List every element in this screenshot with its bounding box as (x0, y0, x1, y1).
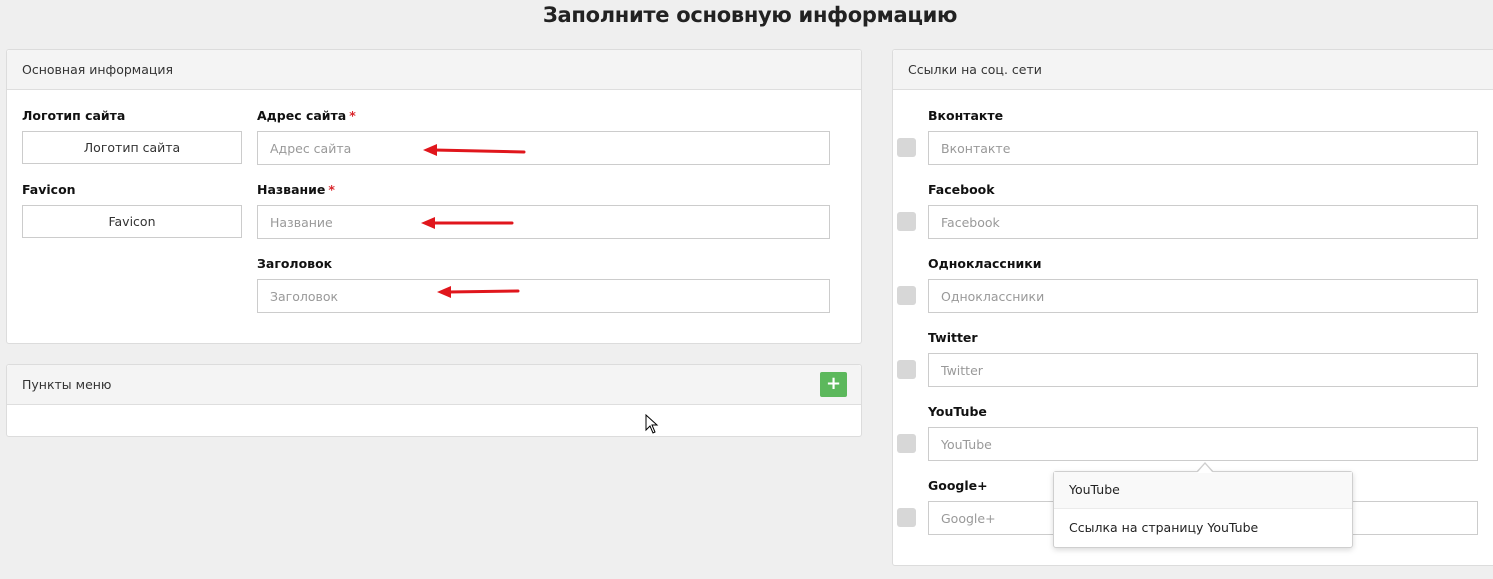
menu-items-header: Пункты меню + (7, 365, 861, 405)
social-input-vk[interactable] (928, 131, 1478, 165)
site-address-input[interactable] (257, 131, 830, 165)
social-links-header: Ссылки на соц. сети (893, 50, 1493, 90)
popover-caret-inner (1197, 464, 1213, 473)
required-mark: * (349, 108, 356, 123)
logo-upload-button[interactable]: Логотип сайта (22, 131, 242, 164)
popover-title: YouTube (1054, 472, 1352, 509)
social-label-twitter: Twitter (928, 330, 978, 345)
basic-info-header: Основная информация (7, 50, 861, 90)
site-name-input[interactable] (257, 205, 830, 239)
heading-input[interactable] (257, 279, 830, 313)
required-mark: * (328, 182, 335, 197)
social-input-facebook[interactable] (928, 205, 1478, 239)
social-input-odnoklassniki[interactable] (928, 279, 1478, 313)
social-input-twitter[interactable] (928, 353, 1478, 387)
social-checkbox-googleplus[interactable] (897, 508, 916, 527)
social-label-odnoklassniki: Одноклассники (928, 256, 1042, 271)
youtube-popover: YouTube Ссылка на страницу YouTube (1053, 471, 1353, 548)
mouse-cursor-icon (645, 414, 659, 434)
social-checkbox-odnoklassniki[interactable] (897, 286, 916, 305)
social-checkbox-vk[interactable] (897, 138, 916, 157)
social-label-youtube: YouTube (928, 404, 987, 419)
social-label-facebook: Facebook (928, 182, 995, 197)
favicon-upload-button[interactable]: Favicon (22, 205, 242, 238)
social-checkbox-youtube[interactable] (897, 434, 916, 453)
social-label-googleplus: Google+ (928, 478, 988, 493)
menu-items-panel: Пункты меню + (6, 364, 862, 437)
popover-body: Ссылка на страницу YouTube (1069, 520, 1259, 535)
logo-label: Логотип сайта (22, 108, 126, 123)
annotation-arrow-heading (437, 286, 520, 298)
site-name-label: Название * (257, 182, 335, 197)
site-address-label-text: Адрес сайта (257, 108, 347, 123)
favicon-label: Favicon (22, 182, 76, 197)
site-name-label-text: Название (257, 182, 326, 197)
social-input-youtube[interactable] (928, 427, 1478, 461)
annotation-arrow-address (423, 144, 526, 156)
menu-items-title: Пункты меню (22, 377, 112, 392)
annotation-arrow-name (421, 217, 514, 229)
add-menu-item-button[interactable]: + (820, 372, 847, 397)
social-label-vk: Вконтакте (928, 108, 1004, 123)
social-checkbox-facebook[interactable] (897, 212, 916, 231)
social-checkbox-twitter[interactable] (897, 360, 916, 379)
heading-label: Заголовок (257, 256, 333, 271)
page-title: Заполните основную информацию (542, 3, 958, 27)
site-address-label: Адрес сайта * (257, 108, 356, 123)
